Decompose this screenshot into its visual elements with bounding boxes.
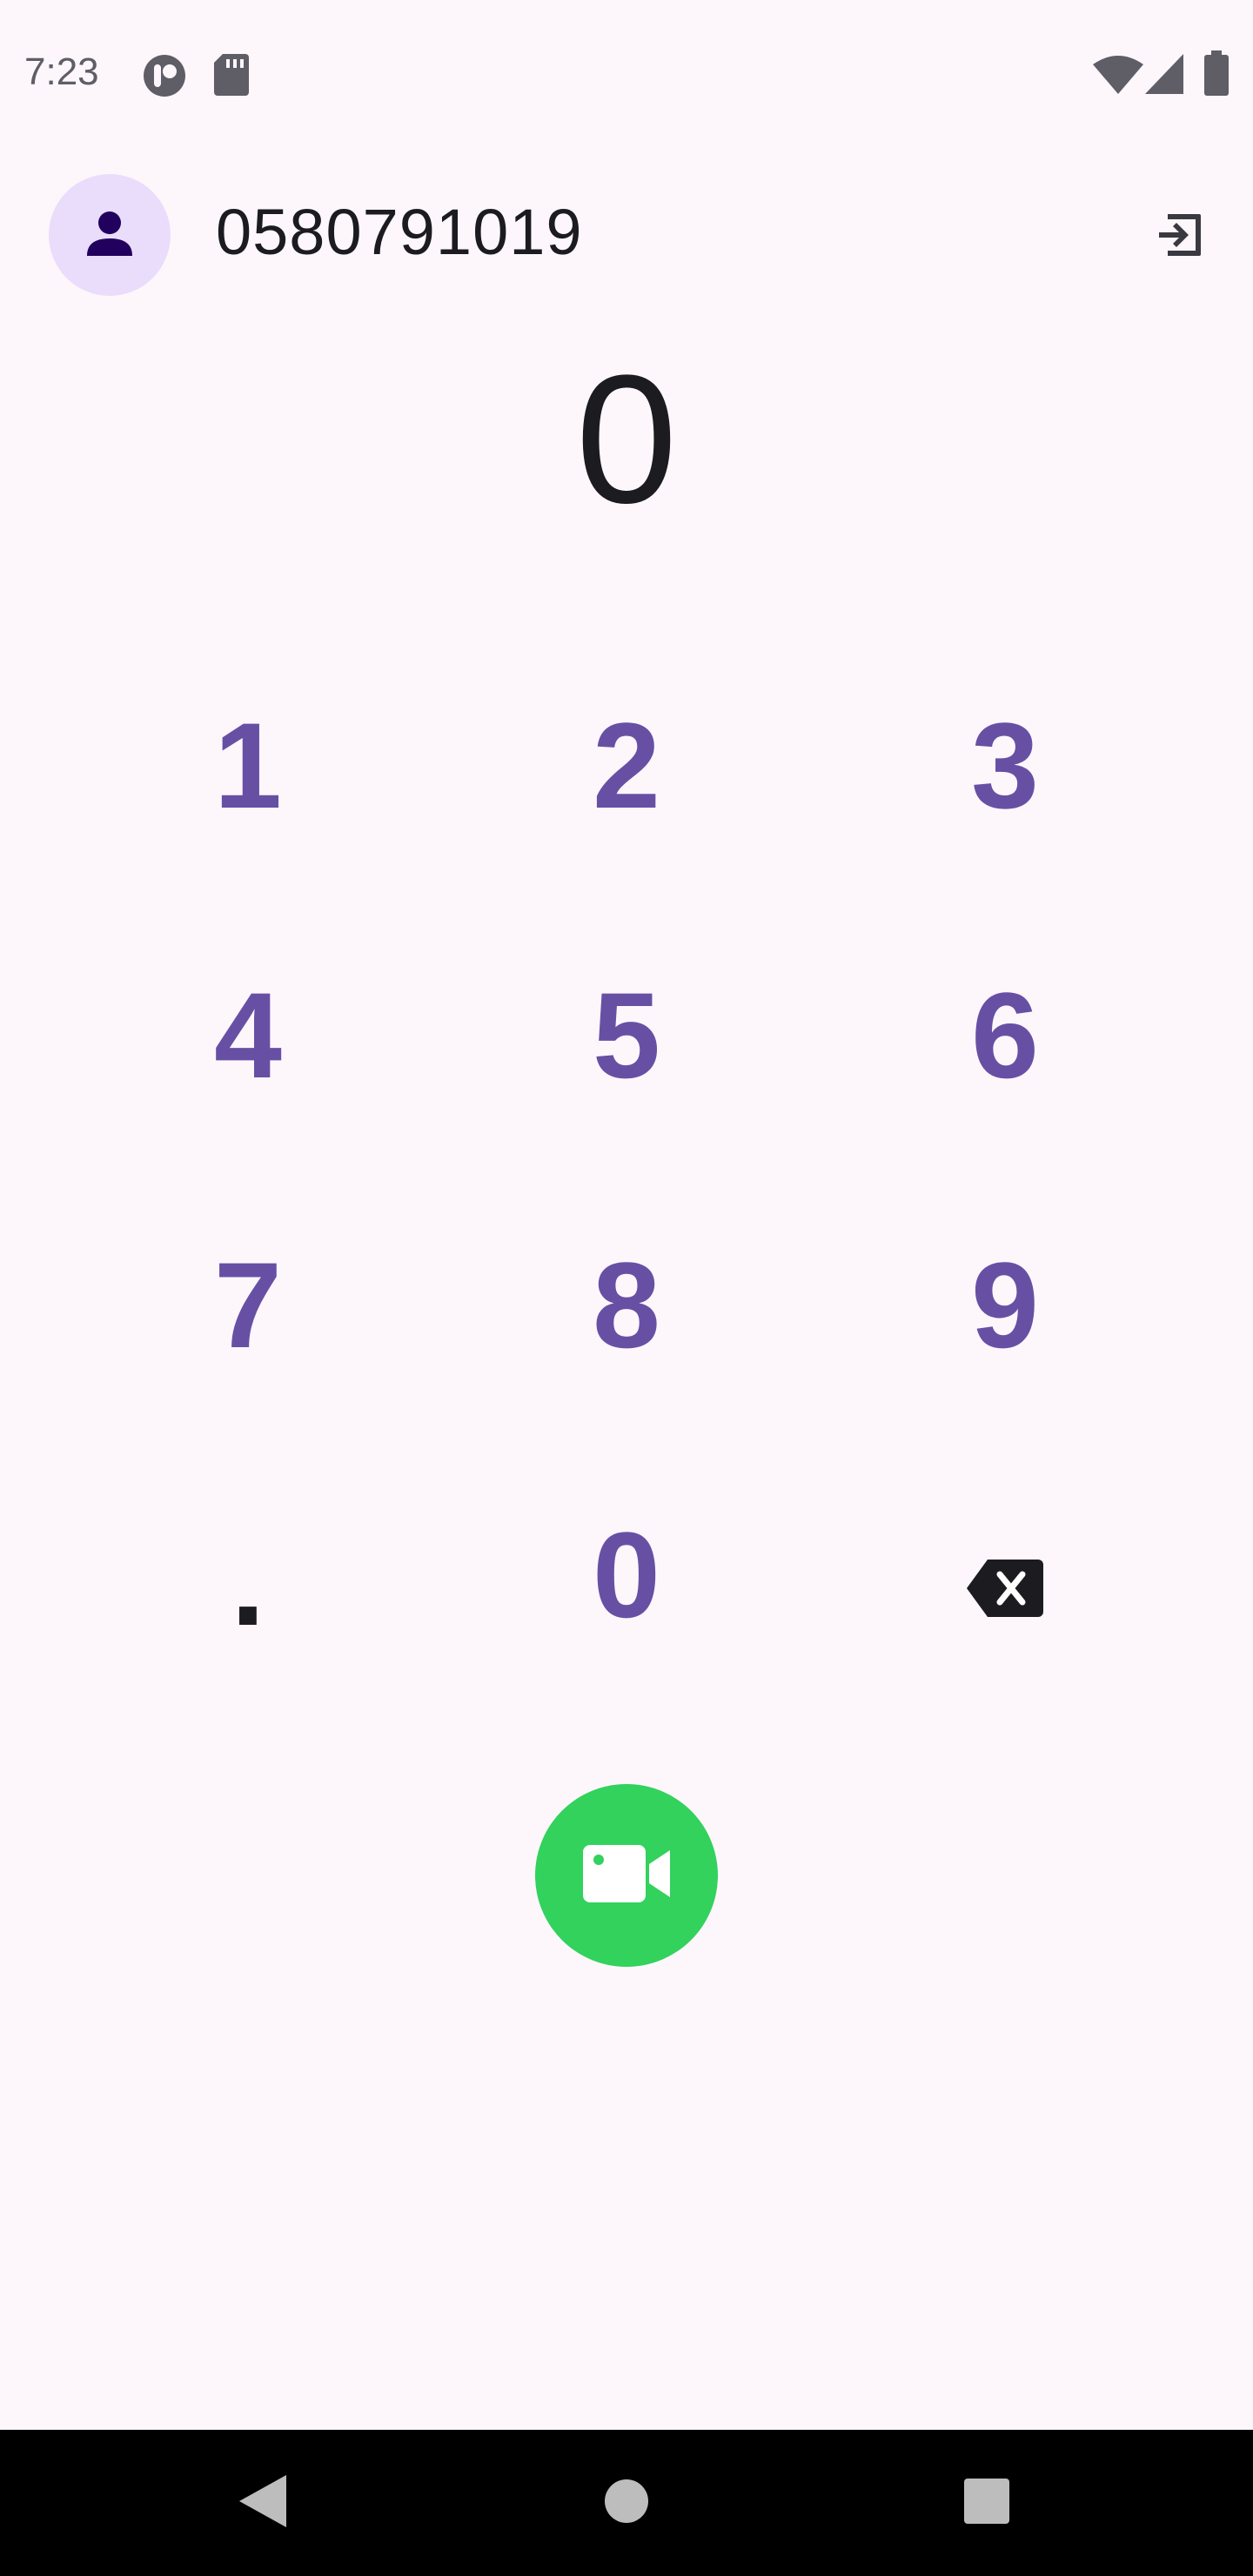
recents-icon xyxy=(964,2478,1009,2528)
video-call-button[interactable] xyxy=(535,1784,718,1967)
key-7[interactable]: 7 xyxy=(117,1210,379,1401)
home-button[interactable] xyxy=(595,2472,658,2534)
exit-to-app-icon xyxy=(1156,211,1204,264)
key-2[interactable]: 2 xyxy=(496,670,757,862)
backspace-button[interactable] xyxy=(874,1479,1136,1671)
exit-button[interactable] xyxy=(1149,205,1211,268)
sd-card-icon xyxy=(214,54,249,100)
battery-icon xyxy=(1204,50,1229,100)
backspace-icon xyxy=(967,1505,1043,1646)
key-9[interactable]: 9 xyxy=(874,1210,1136,1401)
header: 0580791019 xyxy=(0,165,1253,305)
phone-number: 0580791019 xyxy=(216,196,583,268)
back-button[interactable] xyxy=(231,2472,294,2534)
key-8[interactable]: 8 xyxy=(496,1210,757,1401)
contact-avatar[interactable] xyxy=(49,174,171,296)
status-bar: 7:23 xyxy=(0,0,1253,148)
wifi-icon xyxy=(1093,54,1143,98)
key-5[interactable]: 5 xyxy=(496,940,757,1131)
status-time: 7:23 xyxy=(24,50,99,93)
person-icon xyxy=(82,205,137,265)
home-icon xyxy=(604,2479,649,2528)
key-6[interactable]: 6 xyxy=(874,940,1136,1131)
back-icon xyxy=(239,2474,286,2532)
notification-app-icon xyxy=(143,54,186,102)
navigation-bar xyxy=(0,2430,1253,2576)
video-camera-icon xyxy=(583,1844,670,1907)
recents-button[interactable] xyxy=(955,2472,1018,2534)
dial-display: 0 xyxy=(575,337,678,541)
key-0[interactable]: 0 xyxy=(496,1479,757,1671)
key-dot[interactable]: . xyxy=(117,1479,379,1654)
key-3[interactable]: 3 xyxy=(874,670,1136,862)
cellular-signal-icon xyxy=(1145,54,1183,98)
key-4[interactable]: 4 xyxy=(117,940,379,1131)
keypad: 1 2 3 4 5 6 7 8 9 . 0 xyxy=(0,670,1253,1749)
key-1[interactable]: 1 xyxy=(117,670,379,862)
